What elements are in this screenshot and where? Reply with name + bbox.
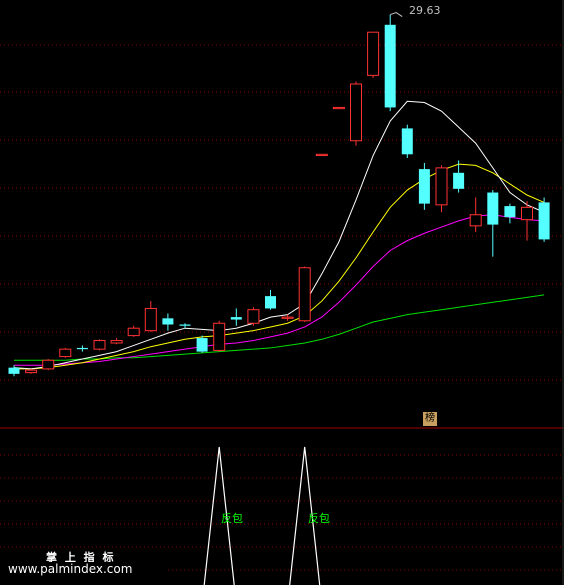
- candle-body: [196, 338, 208, 352]
- candle-body: [162, 318, 174, 325]
- candle-body: [127, 327, 140, 337]
- candle-body: [93, 340, 106, 350]
- price-high-label: 29.63: [409, 4, 441, 17]
- price-high-marker: [390, 12, 403, 17]
- candle-body: [453, 172, 465, 189]
- ma-line-green: [14, 294, 545, 361]
- candle-body: [8, 367, 20, 374]
- candle-body: [76, 347, 88, 350]
- signal-label: 反包: [221, 512, 243, 525]
- candle-body: [504, 206, 516, 218]
- candle-body: [384, 24, 396, 108]
- watermark-url: www.palmindex.com: [0, 562, 166, 577]
- candle-body: [332, 106, 345, 110]
- stock-chart: [0, 0, 564, 585]
- candle-body: [144, 307, 157, 332]
- candle-body: [42, 359, 55, 370]
- candle-body: [469, 214, 482, 227]
- ma-line-yellow: [14, 163, 545, 370]
- candle-body: [179, 324, 191, 326]
- candle-body: [247, 309, 260, 324]
- candle-body: [538, 202, 550, 240]
- candle-body: [230, 317, 242, 320]
- candle-body: [418, 169, 430, 204]
- candle-body: [367, 31, 380, 76]
- candle-body: [487, 192, 499, 225]
- ma-line-white: [13, 100, 545, 370]
- candle-body: [350, 83, 362, 142]
- candle-body: [59, 348, 72, 358]
- candle-body: [435, 167, 448, 206]
- candle-body: [110, 340, 123, 344]
- candle-body: [213, 322, 226, 351]
- candle-body: [401, 128, 413, 155]
- candle-body: [281, 316, 294, 319]
- candle-body: [298, 267, 311, 322]
- candle-body: [25, 369, 38, 374]
- candle-body: [521, 206, 533, 221]
- candle-body: [265, 296, 276, 309]
- badge-icon: 榜: [423, 412, 437, 426]
- signal-label: 反包: [308, 512, 330, 525]
- candle-body: [315, 153, 328, 157]
